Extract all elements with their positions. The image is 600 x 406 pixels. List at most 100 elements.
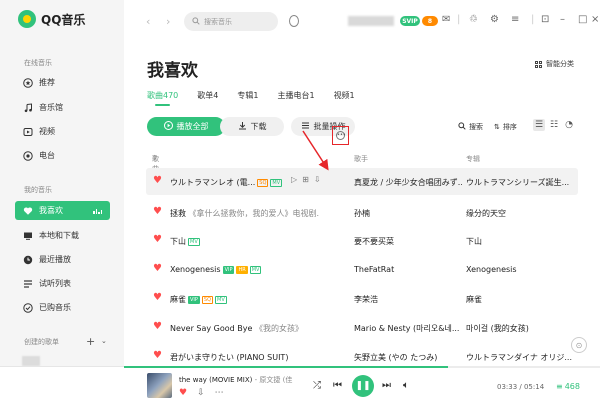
- voice-search-icon[interactable]: [289, 15, 299, 27]
- sidebar-item-recommend[interactable]: 推荐: [15, 73, 110, 92]
- song-singer[interactable]: 矢野立美 (やの たつみ): [354, 352, 462, 363]
- now-playing-actions: ♥ ⇩ ⋯: [179, 388, 224, 398]
- song-album[interactable]: 下山: [466, 236, 574, 247]
- song-album[interactable]: Xenogenesis: [466, 265, 574, 274]
- detail-view-icon[interactable]: ☷: [548, 119, 560, 131]
- song-album[interactable]: 麻雀: [466, 294, 574, 305]
- mini-mode-icon[interactable]: ⊡: [541, 14, 549, 25]
- table-row[interactable]: ♥ 君がいま守りたい (PIANO SUIT) 矢野立美 (やの たつみ) ウル…: [146, 343, 578, 366]
- song-title[interactable]: 下山 MV: [170, 236, 200, 247]
- sidebar-item-favorites[interactable]: 我喜欢: [15, 201, 110, 220]
- play-queue-button[interactable]: ≡ 468: [556, 382, 580, 391]
- liked-heart-icon[interactable]: ♥: [153, 235, 163, 245]
- download-button[interactable]: 下载: [220, 117, 284, 136]
- sidebar-item-label: 我喜欢: [39, 206, 63, 215]
- table-row[interactable]: ♥ Xenogenesis VIP HR MV TheFatRat Xenogenes…: [146, 256, 578, 283]
- album-cover[interactable]: [147, 373, 172, 398]
- table-row[interactable]: ♥ 下山 MV 要不要买菜 下山: [146, 227, 578, 254]
- next-icon[interactable]: ⏭: [382, 380, 391, 391]
- smart-category-button[interactable]: 智能分类: [535, 59, 574, 69]
- search-input[interactable]: 搜索音乐: [184, 12, 278, 31]
- song-title[interactable]: Never Say Good Bye 《我的女孩》: [170, 323, 303, 334]
- forward-arrow-icon[interactable]: ›: [166, 15, 170, 28]
- app-logo[interactable]: QQ音乐: [18, 10, 85, 28]
- song-title[interactable]: 君がいま守りたい (PIANO SUIT): [170, 352, 288, 363]
- shuffle-icon[interactable]: ⤮: [313, 380, 321, 391]
- song-singer[interactable]: 李荣浩: [354, 294, 462, 305]
- music-note-icon: [23, 102, 33, 113]
- volume-icon[interactable]: 🔈︎: [403, 380, 409, 391]
- tab-radio[interactable]: 主播电台1: [277, 90, 314, 101]
- liked-heart-icon[interactable]: ♥: [153, 207, 163, 217]
- close-icon[interactable]: ×: [591, 14, 599, 25]
- locate-icon[interactable]: ◔: [563, 119, 575, 131]
- search-in-list-button[interactable]: 搜索: [458, 122, 483, 132]
- player-bar: the way (MOVIE MIX) - 原文捷 (佳 ♥ ⇩ ⋯ ⤮ ⏮ ❚…: [0, 366, 600, 406]
- song-singer[interactable]: Mario & Nesty (마리오&네...: [354, 323, 462, 334]
- liked-heart-icon[interactable]: ♥: [153, 322, 163, 332]
- gear-icon[interactable]: ⚙: [490, 14, 499, 25]
- column-header-song[interactable]: 歌曲 ⇕: [152, 154, 159, 173]
- column-header-album[interactable]: 专辑: [466, 154, 480, 164]
- sort-button[interactable]: ⇅ 排序: [494, 122, 517, 132]
- play-all-button[interactable]: 播放全部: [147, 117, 225, 136]
- minimize-icon[interactable]: –: [560, 14, 565, 25]
- download-icon[interactable]: ⇩: [314, 175, 321, 184]
- pause-button[interactable]: ❚❚: [352, 375, 374, 397]
- song-album[interactable]: 마이걸 (我的女孩): [466, 323, 574, 334]
- tab-songs[interactable]: 歌曲470: [147, 90, 178, 106]
- column-header-singer[interactable]: 歌手: [354, 154, 368, 164]
- user-avatar[interactable]: [348, 16, 394, 26]
- sidebar-item-radio[interactable]: 电台: [15, 146, 110, 165]
- liked-heart-icon[interactable]: ♥: [153, 264, 163, 274]
- song-title[interactable]: ウルトラマンレオ (電... SQ MV: [170, 177, 283, 188]
- liked-heart-icon[interactable]: ♥: [153, 176, 163, 186]
- sidebar-item-music-hall[interactable]: 音乐馆: [15, 98, 110, 117]
- song-title[interactable]: 麻雀 VIP SQ MV: [170, 294, 227, 305]
- search-label: 搜索: [469, 123, 483, 131]
- table-row[interactable]: ♥ Never Say Good Bye 《我的女孩》 Mario & Nest…: [146, 314, 578, 341]
- table-row[interactable]: ♥ ウルトラマンレオ (電... SQ MV ▷ ⊞ ⇩ 真夏龙 / 少年少女合唱团…: [146, 168, 578, 195]
- song-singer[interactable]: 要不要买菜: [354, 236, 462, 247]
- previous-icon[interactable]: ⏮: [333, 380, 342, 391]
- tab-albums[interactable]: 专辑1: [237, 90, 258, 101]
- more-icon[interactable]: ⋯: [215, 388, 224, 398]
- tab-playlists[interactable]: 歌单4: [197, 90, 218, 101]
- table-row[interactable]: ♥ 麻雀 VIP SQ MV 李荣浩 麻雀: [146, 285, 578, 312]
- more-options-icon[interactable]: •••: [336, 131, 346, 140]
- play-icon[interactable]: ▷: [291, 175, 297, 184]
- list-view-icon[interactable]: ☰: [533, 119, 545, 131]
- table-row[interactable]: ♥ 拯救 《拿什么拯救你，我的爱人》电视剧... 孙楠 缘分的天空: [146, 199, 578, 226]
- mail-icon[interactable]: ✉: [442, 14, 450, 25]
- sidebar-item-purchased[interactable]: 已购音乐: [15, 298, 110, 317]
- locate-current-song-icon[interactable]: ⊙: [571, 337, 587, 353]
- now-playing-title[interactable]: the way (MOVIE MIX) - 原文捷 (佳: [179, 375, 299, 385]
- download-icon[interactable]: ⇩: [197, 388, 205, 398]
- song-singer[interactable]: 孙楠: [354, 208, 462, 219]
- liked-heart-icon[interactable]: ♥: [153, 293, 163, 303]
- add-icon[interactable]: ⊞: [302, 175, 309, 184]
- sidebar-item-trial-list[interactable]: 试听列表: [15, 274, 110, 293]
- menu-icon[interactable]: ≡: [511, 14, 519, 25]
- song-singer[interactable]: TheFatRat: [354, 265, 462, 274]
- song-album[interactable]: ウルトラマンダイナ オリジ...: [466, 352, 574, 363]
- song-title[interactable]: 拯救 《拿什么拯救你，我的爱人》电视剧...: [170, 208, 320, 219]
- sidebar-item-local-download[interactable]: 本地和下载: [15, 226, 110, 245]
- shirt-icon[interactable]: ♲: [469, 14, 478, 25]
- add-playlist-icon[interactable]: +: [86, 335, 95, 348]
- back-arrow-icon[interactable]: ‹: [146, 15, 150, 28]
- song-title[interactable]: Xenogenesis VIP HR MV: [170, 265, 262, 274]
- sidebar-item-video[interactable]: 视频: [15, 122, 110, 141]
- tab-videos[interactable]: 视频1: [334, 90, 355, 101]
- sidebar-item-recent[interactable]: 最近播放: [15, 250, 110, 269]
- vip-badge[interactable]: SVIP: [400, 16, 420, 26]
- song-singer[interactable]: 真夏龙 / 少年少女合唱团みず...: [354, 177, 462, 188]
- playlist-item-blurred[interactable]: [22, 356, 40, 366]
- song-album[interactable]: ウルトラマンシリーズ誕生...: [466, 177, 574, 188]
- like-heart-icon[interactable]: ♥: [179, 388, 187, 398]
- chevron-down-icon[interactable]: ⌄: [101, 337, 107, 345]
- maximize-icon[interactable]: □: [578, 14, 587, 25]
- level-badge[interactable]: 8: [422, 16, 438, 26]
- liked-heart-icon[interactable]: ♥: [153, 351, 163, 361]
- song-album[interactable]: 缘分的天空: [466, 208, 574, 219]
